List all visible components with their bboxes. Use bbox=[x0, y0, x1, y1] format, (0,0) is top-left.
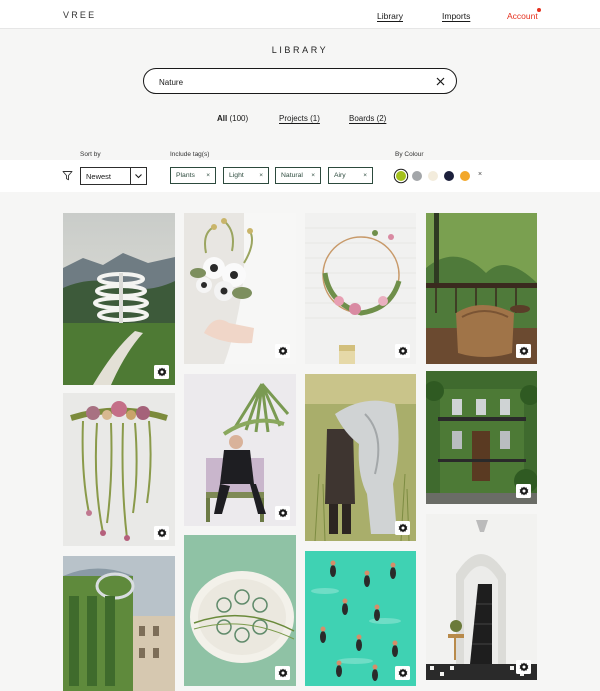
gear-icon bbox=[157, 528, 166, 538]
close-icon[interactable] bbox=[434, 75, 447, 88]
nav-account-link[interactable]: Account bbox=[507, 11, 538, 21]
image-card-floral-garland[interactable] bbox=[63, 393, 175, 546]
tags-heading: Include tag(s) bbox=[170, 151, 210, 158]
image-card-ceramic-plate[interactable] bbox=[184, 535, 296, 686]
tag-chip-airy: Airy × bbox=[328, 167, 373, 184]
gear-icon bbox=[398, 668, 407, 678]
gear-icon bbox=[519, 486, 528, 496]
image-settings-button[interactable] bbox=[395, 344, 410, 358]
gear-icon bbox=[398, 346, 407, 356]
colour-swatch[interactable] bbox=[460, 171, 470, 181]
spiral-tower-image bbox=[63, 213, 175, 385]
tab-all-count: (100) bbox=[229, 114, 249, 123]
clear-colour-icon[interactable]: × bbox=[478, 171, 482, 178]
image-settings-button[interactable] bbox=[275, 666, 290, 680]
page-title: LIBRARY bbox=[271, 45, 329, 55]
floral-hoop-image bbox=[305, 213, 416, 364]
sort-value: Newest bbox=[86, 172, 112, 181]
image-card-rattan-terrace[interactable] bbox=[426, 213, 537, 364]
filter-icon[interactable] bbox=[62, 170, 73, 181]
tag-chip-natural: Natural × bbox=[275, 167, 321, 184]
stair-hallway-image bbox=[426, 514, 537, 680]
image-settings-button[interactable] bbox=[516, 660, 531, 674]
colour-swatch[interactable] bbox=[396, 171, 406, 181]
colour-swatch[interactable] bbox=[444, 171, 454, 181]
image-settings-button[interactable] bbox=[395, 521, 410, 535]
tab-projects[interactable]: Projects (1) bbox=[279, 114, 320, 123]
image-card-green-building[interactable] bbox=[63, 556, 175, 691]
tag-chip-label: Natural bbox=[281, 172, 303, 179]
gear-icon bbox=[519, 346, 528, 356]
colour-swatch[interactable] bbox=[412, 171, 422, 181]
tag-chip-label: Plants bbox=[176, 172, 195, 179]
image-card-palm-man[interactable] bbox=[184, 374, 296, 526]
remove-tag-icon[interactable]: × bbox=[363, 172, 367, 179]
gear-icon bbox=[157, 367, 166, 377]
image-card-swimmers[interactable] bbox=[305, 551, 416, 686]
image-settings-button[interactable] bbox=[154, 526, 169, 540]
image-settings-button[interactable] bbox=[275, 344, 290, 358]
tag-chip-light: Light × bbox=[223, 167, 269, 184]
image-card-foil-figure[interactable] bbox=[305, 374, 416, 541]
gear-icon bbox=[278, 668, 287, 678]
chevron-down-icon bbox=[135, 174, 142, 179]
foil-figure-image bbox=[305, 374, 416, 541]
image-settings-button[interactable] bbox=[154, 365, 169, 379]
image-settings-button[interactable] bbox=[275, 506, 290, 520]
colour-swatch[interactable] bbox=[428, 171, 438, 181]
image-card-stair-hallway[interactable] bbox=[426, 514, 537, 680]
tab-boards[interactable]: Boards (2) bbox=[349, 114, 386, 123]
image-card-spiral-tower[interactable] bbox=[63, 213, 175, 385]
remove-tag-icon[interactable]: × bbox=[259, 172, 263, 179]
tag-chip-label: Light bbox=[229, 172, 244, 179]
green-building-image bbox=[63, 556, 175, 691]
filter-bar: Newest Plants × Light × Natural × Airy ×… bbox=[0, 160, 600, 192]
gear-icon bbox=[278, 346, 287, 356]
rattan-terrace-image bbox=[426, 213, 537, 364]
remove-tag-icon[interactable]: × bbox=[206, 172, 210, 179]
floral-garland-image bbox=[63, 393, 175, 546]
colour-heading: By Colour bbox=[395, 151, 424, 158]
image-settings-button[interactable] bbox=[516, 344, 531, 358]
search-input[interactable] bbox=[159, 76, 429, 88]
tab-all[interactable]: All (100) bbox=[217, 114, 248, 123]
bouquet-image bbox=[184, 213, 296, 364]
ceramic-plate-image bbox=[184, 535, 296, 686]
brand-logo[interactable]: VREE bbox=[63, 10, 96, 20]
sort-select[interactable]: Newest bbox=[80, 167, 147, 185]
image-settings-button[interactable] bbox=[395, 666, 410, 680]
image-card-floral-hoop[interactable] bbox=[305, 213, 416, 364]
image-settings-button[interactable] bbox=[516, 484, 531, 498]
sort-heading: Sort by bbox=[80, 151, 101, 158]
image-card-bouquet[interactable] bbox=[184, 213, 296, 364]
search-box bbox=[143, 68, 457, 94]
tab-all-label: All bbox=[217, 114, 228, 123]
top-navigation: VREE Library Imports Account bbox=[0, 0, 600, 29]
nav-library-link[interactable]: Library bbox=[377, 11, 403, 21]
gear-icon bbox=[398, 523, 407, 533]
remove-tag-icon[interactable]: × bbox=[311, 172, 315, 179]
sort-divider bbox=[130, 168, 131, 184]
image-card-ivy-house[interactable] bbox=[426, 371, 537, 504]
tag-chip-plants: Plants × bbox=[170, 167, 216, 184]
tag-chip-label: Airy bbox=[334, 172, 346, 179]
palm-man-image bbox=[184, 374, 296, 526]
notification-dot bbox=[537, 8, 541, 12]
gear-icon bbox=[278, 508, 287, 518]
nav-imports-link[interactable]: Imports bbox=[442, 11, 470, 21]
gear-icon bbox=[519, 662, 528, 672]
